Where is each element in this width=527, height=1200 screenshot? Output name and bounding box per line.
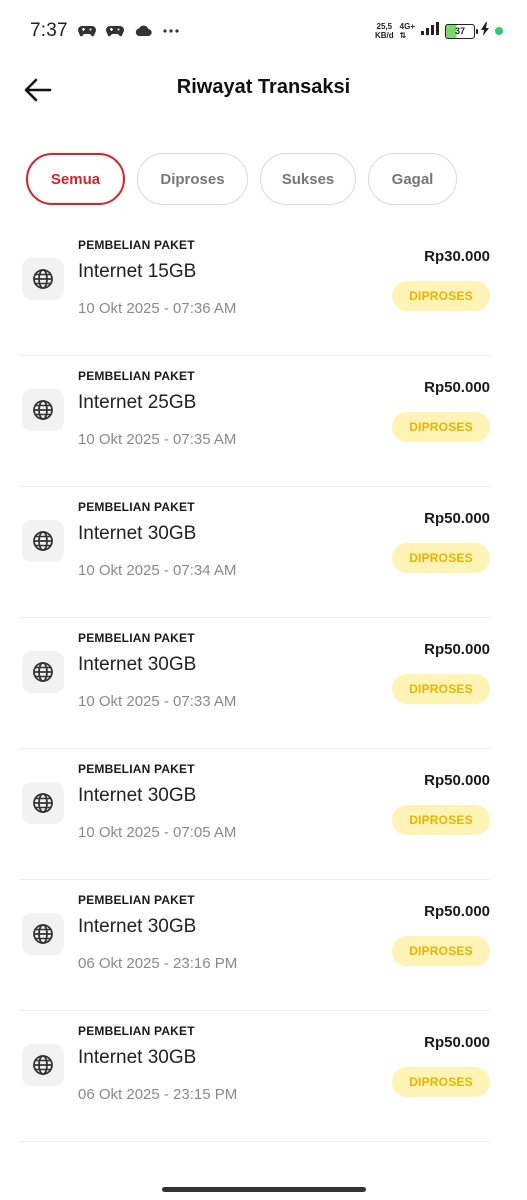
tab-gagal[interactable]: Gagal: [368, 153, 457, 205]
transaction-category: PEMBELIAN PAKET: [78, 631, 195, 645]
transaction-list: PEMBELIAN PAKET Internet 15GB 10 Okt 202…: [0, 225, 527, 1142]
transaction-item[interactable]: PEMBELIAN PAKET Internet 15GB 10 Okt 202…: [20, 225, 490, 356]
tab-sukses[interactable]: Sukses: [260, 153, 356, 205]
transaction-item[interactable]: PEMBELIAN PAKET Internet 30GB 10 Okt 202…: [20, 487, 490, 618]
transaction-amount: Rp50.000: [424, 379, 490, 396]
globe-icon: [22, 258, 64, 300]
transaction-date: 10 Okt 2025 - 07:36 AM: [78, 300, 237, 317]
status-badge: DIPROSES: [392, 281, 490, 311]
transaction-title: Internet 30GB: [78, 785, 197, 806]
game-controller-icon: [77, 24, 96, 38]
network-speed-unit: KB/d: [374, 31, 394, 40]
page-title: Riwayat Transaksi: [176, 76, 351, 98]
status-time: 7:37: [30, 20, 68, 41]
transaction-amount: Rp50.000: [424, 641, 490, 658]
transaction-amount: Rp50.000: [424, 772, 490, 789]
signal-icon: [421, 22, 439, 40]
transaction-title: Internet 25GB: [78, 392, 197, 413]
transaction-item[interactable]: PEMBELIAN PAKET Internet 30GB 06 Okt 202…: [20, 1011, 490, 1142]
charging-bolt-icon: [481, 21, 489, 41]
status-badge: DIPROSES: [392, 543, 490, 573]
transaction-amount: Rp50.000: [424, 903, 490, 920]
transaction-title: Internet 15GB: [78, 261, 197, 282]
transaction-category: PEMBELIAN PAKET: [78, 238, 195, 252]
transaction-title: Internet 30GB: [78, 654, 197, 675]
status-left: 7:37: [30, 20, 180, 42]
transaction-amount: Rp50.000: [424, 510, 490, 527]
transaction-category: PEMBELIAN PAKET: [78, 1024, 195, 1038]
transaction-title: Internet 30GB: [78, 1047, 197, 1068]
transaction-amount: Rp30.000: [424, 248, 490, 265]
globe-icon: [22, 1044, 64, 1086]
battery-icon: 37: [445, 23, 478, 39]
network-speed-value: 25,5: [376, 22, 393, 31]
transaction-category: PEMBELIAN PAKET: [78, 762, 195, 776]
transaction-title: Internet 30GB: [78, 523, 197, 544]
transaction-date: 10 Okt 2025 - 07:05 AM: [78, 824, 237, 841]
more-dots-icon: [162, 24, 180, 38]
transaction-date: 10 Okt 2025 - 07:34 AM: [78, 562, 237, 579]
transaction-category: PEMBELIAN PAKET: [78, 369, 195, 383]
transaction-category: PEMBELIAN PAKET: [78, 500, 195, 514]
transaction-date: 06 Okt 2025 - 23:15 PM: [78, 1086, 238, 1103]
game-controller-icon: [105, 24, 124, 38]
network-speed: 25,5 KB/d: [375, 22, 394, 40]
globe-icon: [22, 389, 64, 431]
data-arrows-icon: ⇅: [399, 31, 407, 40]
transaction-amount: Rp50.000: [424, 1034, 490, 1051]
transaction-item[interactable]: PEMBELIAN PAKET Internet 30GB 06 Okt 202…: [20, 880, 490, 1011]
transaction-item[interactable]: PEMBELIAN PAKET Internet 30GB 10 Okt 202…: [20, 618, 490, 749]
header: Riwayat Transaksi: [0, 62, 527, 118]
filter-tabs: Semua Diproses Sukses Gagal: [26, 153, 457, 205]
status-badge: DIPROSES: [392, 805, 490, 835]
status-badge: DIPROSES: [392, 674, 490, 704]
status-badge: DIPROSES: [392, 1067, 490, 1097]
transaction-title: Internet 30GB: [78, 916, 197, 937]
status-badge: DIPROSES: [392, 936, 490, 966]
status-badge: DIPROSES: [392, 412, 490, 442]
cloud-icon: [134, 24, 152, 38]
status-bar: 7:37 25,5 KB/d 4G+ ⇅ 37: [0, 0, 527, 62]
transaction-category: PEMBELIAN PAKET: [78, 893, 195, 907]
tab-semua[interactable]: Semua: [26, 153, 125, 205]
transaction-date: 06 Okt 2025 - 23:16 PM: [78, 955, 238, 972]
globe-icon: [22, 520, 64, 562]
home-indicator[interactable]: [162, 1187, 366, 1192]
globe-icon: [22, 651, 64, 693]
transaction-item[interactable]: PEMBELIAN PAKET Internet 30GB 10 Okt 202…: [20, 749, 490, 880]
tab-diproses[interactable]: Diproses: [137, 153, 248, 205]
transaction-date: 10 Okt 2025 - 07:35 AM: [78, 431, 237, 448]
privacy-indicator-dot: [495, 27, 503, 35]
screen: 7:37 25,5 KB/d 4G+ ⇅ 37 Riwayat Transaks…: [0, 0, 527, 1200]
globe-icon: [22, 913, 64, 955]
transaction-date: 10 Okt 2025 - 07:33 AM: [78, 693, 237, 710]
network-type: 4G+ ⇅: [400, 22, 415, 40]
globe-icon: [22, 782, 64, 824]
transaction-item[interactable]: PEMBELIAN PAKET Internet 25GB 10 Okt 202…: [20, 356, 490, 487]
network-type-label: 4G+: [399, 22, 415, 31]
status-right: 25,5 KB/d 4G+ ⇅ 37: [375, 21, 503, 41]
